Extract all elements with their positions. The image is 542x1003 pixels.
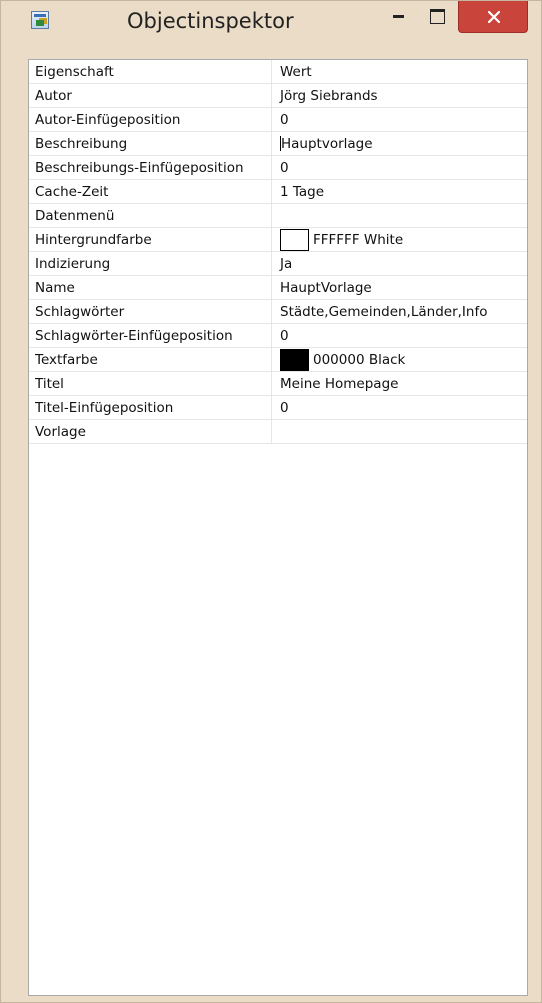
column-header-value[interactable]: Wert bbox=[272, 60, 527, 83]
property-name: Schlagwörter bbox=[29, 300, 272, 323]
property-row[interactable]: Beschreibung Hauptvorlage bbox=[29, 132, 527, 156]
property-value-text: 0 bbox=[280, 399, 289, 416]
property-name: Beschreibungs-Einfügeposition bbox=[29, 156, 272, 179]
property-value-text: 1 Tage bbox=[280, 183, 325, 200]
object-inspector-window: Objectinspektor Eigenschaft Wert Autor Jö… bbox=[0, 0, 542, 1003]
property-name: Textfarbe bbox=[29, 348, 272, 371]
property-value-text: HauptVorlage bbox=[280, 279, 372, 296]
property-row[interactable]: Textfarbe 000000 Black bbox=[29, 348, 527, 372]
property-row[interactable]: Vorlage bbox=[29, 420, 527, 444]
close-button[interactable] bbox=[458, 1, 528, 33]
property-name: Beschreibung bbox=[29, 132, 272, 155]
color-swatch[interactable] bbox=[280, 228, 309, 251]
minimize-icon[interactable] bbox=[379, 1, 419, 31]
property-value[interactable]: 000000 Black bbox=[272, 348, 527, 371]
property-value[interactable] bbox=[272, 204, 527, 227]
property-value[interactable]: 0 bbox=[272, 396, 527, 419]
property-name: Schlagwörter-Einfügeposition bbox=[29, 324, 272, 347]
property-value[interactable]: HauptVorlage bbox=[272, 276, 527, 299]
property-name: Autor-Einfügeposition bbox=[29, 108, 272, 131]
property-row[interactable]: Autor-Einfügeposition 0 bbox=[29, 108, 527, 132]
column-header-property[interactable]: Eigenschaft bbox=[29, 60, 272, 83]
property-value-text: 0 bbox=[280, 159, 289, 176]
window-title: Objectinspektor bbox=[127, 9, 294, 33]
property-value-text: Städte,Gemeinden,Länder,Info bbox=[280, 303, 488, 320]
property-value[interactable]: FFFFFF White bbox=[272, 228, 527, 251]
property-name: Cache-Zeit bbox=[29, 180, 272, 203]
property-row[interactable]: Schlagwörter-Einfügeposition 0 bbox=[29, 324, 527, 348]
maximize-icon[interactable] bbox=[419, 1, 457, 31]
color-swatch[interactable] bbox=[280, 348, 309, 371]
property-name: Datenmenü bbox=[29, 204, 272, 227]
property-rows: Autor Jörg Siebrands Autor-Einfügeposition… bbox=[29, 84, 527, 444]
property-value[interactable]: 1 Tage bbox=[272, 180, 527, 203]
property-row[interactable]: Hintergrundfarbe FFFFFF White bbox=[29, 228, 527, 252]
property-name: Hintergrundfarbe bbox=[29, 228, 272, 251]
property-row[interactable]: Indizierung Ja bbox=[29, 252, 527, 276]
property-value-text: Hauptvorlage bbox=[281, 135, 373, 152]
property-row[interactable]: Schlagwörter Städte,Gemeinden,Länder,Info bbox=[29, 300, 527, 324]
property-row[interactable]: Cache-Zeit 1 Tage bbox=[29, 180, 527, 204]
property-name: Indizierung bbox=[29, 252, 272, 275]
property-name: Titel-Einfügeposition bbox=[29, 396, 272, 419]
property-name: Vorlage bbox=[29, 420, 272, 443]
object-inspector-app-icon[interactable] bbox=[31, 11, 49, 29]
title-bar[interactable]: Objectinspektor bbox=[1, 1, 541, 39]
property-value-text: 0 bbox=[280, 111, 289, 128]
property-row[interactable]: Titel Meine Homepage bbox=[29, 372, 527, 396]
property-value-text: Jörg Siebrands bbox=[280, 87, 378, 104]
property-value[interactable]: Städte,Gemeinden,Länder,Info bbox=[272, 300, 527, 323]
property-value[interactable]: 0 bbox=[272, 156, 527, 179]
property-name: Name bbox=[29, 276, 272, 299]
property-name: Titel bbox=[29, 372, 272, 395]
property-value-text: Meine Homepage bbox=[280, 375, 399, 392]
grid-header: Eigenschaft Wert bbox=[29, 60, 527, 84]
property-row[interactable]: Datenmenü bbox=[29, 204, 527, 228]
property-grid: Eigenschaft Wert Autor Jörg Siebrands Auto… bbox=[28, 59, 528, 996]
property-value[interactable]: 0 bbox=[272, 324, 527, 347]
property-value-text: 0 bbox=[280, 327, 289, 344]
property-value-text: Ja bbox=[280, 255, 293, 272]
property-value[interactable] bbox=[272, 420, 527, 443]
property-row[interactable]: Name HauptVorlage bbox=[29, 276, 527, 300]
property-name: Autor bbox=[29, 84, 272, 107]
close-icon bbox=[488, 11, 500, 23]
property-value[interactable]: Jörg Siebrands bbox=[272, 84, 527, 107]
property-value-text: 000000 Black bbox=[313, 351, 406, 368]
property-row[interactable]: Titel-Einfügeposition 0 bbox=[29, 396, 527, 420]
property-value[interactable]: Hauptvorlage bbox=[272, 132, 527, 155]
property-value[interactable]: Meine Homepage bbox=[272, 372, 527, 395]
property-value[interactable]: 0 bbox=[272, 108, 527, 131]
property-row[interactable]: Autor Jörg Siebrands bbox=[29, 84, 527, 108]
property-row[interactable]: Beschreibungs-Einfügeposition 0 bbox=[29, 156, 527, 180]
property-value[interactable]: Ja bbox=[272, 252, 527, 275]
property-value-text: FFFFFF White bbox=[313, 231, 404, 248]
